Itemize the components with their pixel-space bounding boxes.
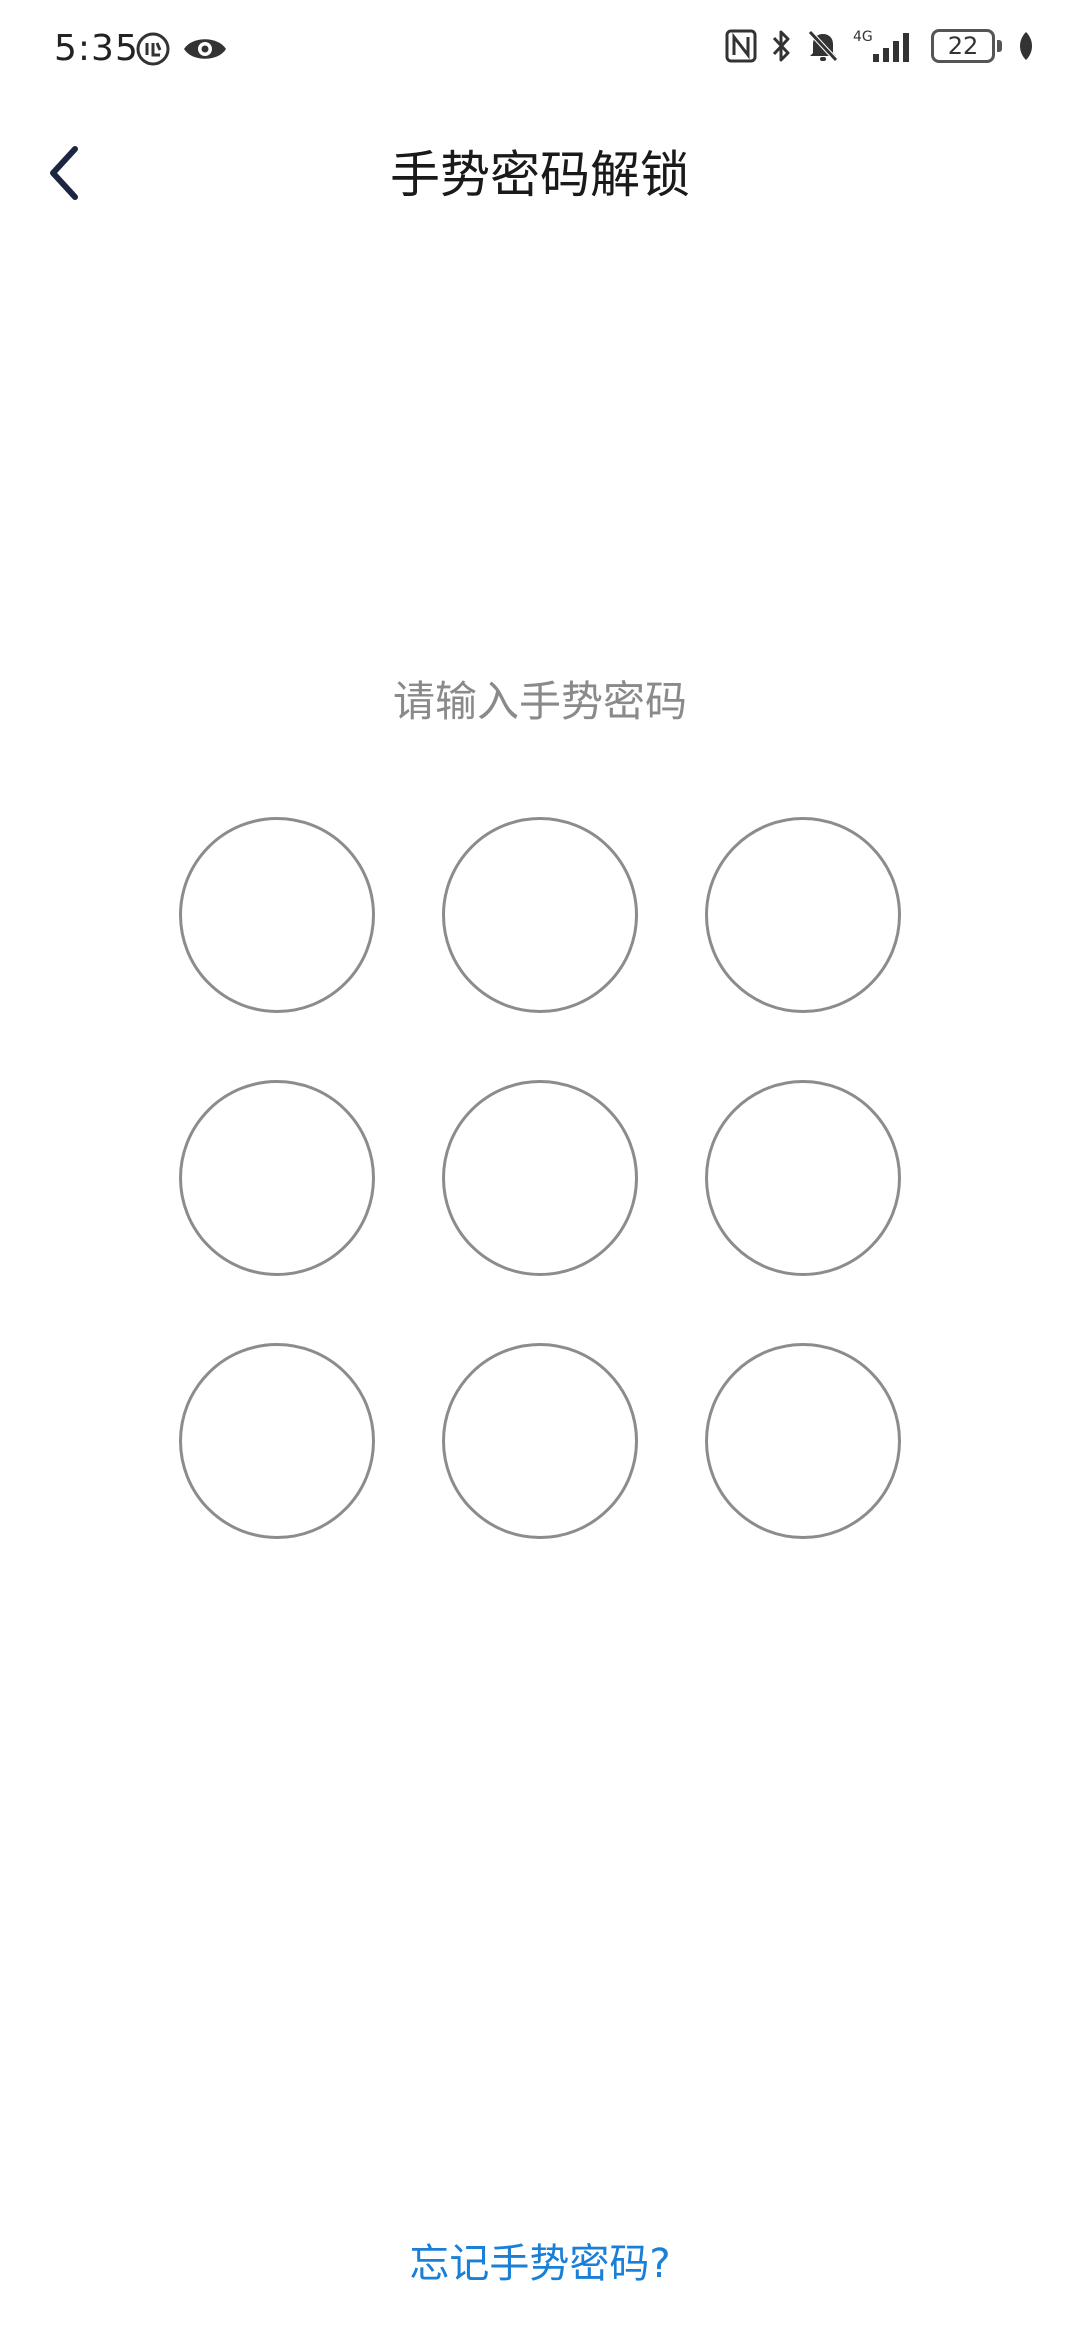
battery-tip [997,40,1002,52]
pattern-dot[interactable] [705,1343,901,1539]
battery-level: 22 [931,29,995,63]
gesture-prompt: 请输入手势密码 [392,677,687,726]
status-right-icons: 4G 22 [725,28,1036,64]
status-bar: 5:35 4G 22 [0,0,1080,110]
svg-text:4G: 4G [853,29,873,45]
mute-icon [807,29,839,63]
pattern-dot[interactable] [179,1343,375,1539]
page-title: 手势密码解锁 [390,146,690,204]
pattern-dot[interactable] [442,1080,638,1276]
pattern-dot[interactable] [705,817,901,1013]
signal-4g-icon: 4G [853,28,917,64]
header: 手势密码解锁 [0,110,1080,240]
status-left-icons [136,32,228,66]
notification-badge-icon [136,32,170,66]
battery-indicator: 22 [931,29,1002,63]
pattern-dot[interactable] [179,1080,375,1276]
nfc-icon [725,29,757,63]
forgot-gesture-link[interactable]: 忘记手势密码? [0,2234,1080,2294]
pattern-dot[interactable] [442,1343,638,1539]
gesture-pattern-grid[interactable] [179,817,901,1539]
leaf-icon [1016,30,1036,62]
status-time: 5:35 [54,28,139,69]
pattern-dot[interactable] [705,1080,901,1276]
pattern-dot[interactable] [442,817,638,1013]
eye-icon [182,34,228,64]
bluetooth-icon [771,29,793,63]
pattern-dot[interactable] [179,817,375,1013]
